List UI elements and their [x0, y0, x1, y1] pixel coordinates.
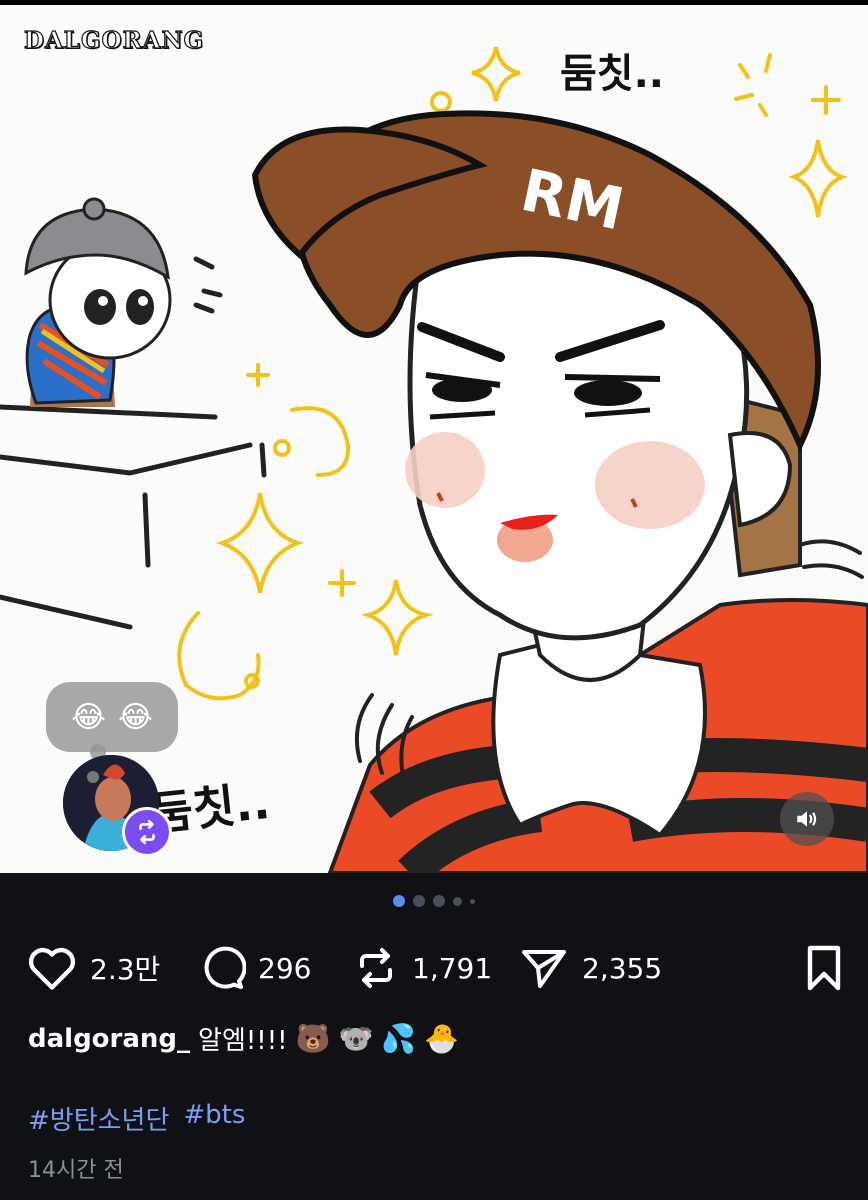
carousel-indicator [0, 895, 868, 907]
post-timestamp: 14시간 전 [28, 1158, 124, 1183]
repost-icon [139, 819, 155, 845]
sound-toggle-button[interactable] [780, 792, 834, 846]
reaction-emoji: 😂 [118, 699, 154, 735]
like-button[interactable]: 2.3만 [26, 940, 160, 996]
carousel-dot[interactable] [433, 895, 445, 907]
repost-badge [122, 807, 172, 857]
bear-emoji: 🐻 [295, 1022, 331, 1055]
comment-icon [204, 946, 246, 989]
carousel-dot[interactable] [413, 895, 425, 907]
hatching-chick-emoji: 🐣 [424, 1022, 460, 1055]
heart-icon [28, 947, 76, 990]
sfx-top-text: 둠칫.. [560, 51, 664, 97]
action-bar: 2.3만 296 1,791 2,355 [26, 940, 846, 1000]
username-link[interactable]: dalgorang_ [28, 1024, 190, 1054]
carousel-dot-active[interactable] [393, 895, 405, 907]
comment-count: 296 [258, 951, 312, 985]
repost-button[interactable]: 1,791 [352, 940, 492, 996]
carousel-dot[interactable] [453, 896, 462, 906]
carousel-dot[interactable] [470, 898, 475, 904]
post-caption: dalgorang_ 알엠!!!! 🐻 🐨 💦 🐣 [28, 1020, 459, 1057]
reaction-bubble[interactable]: 😂 😂 [46, 682, 178, 760]
sweat-droplets-emoji: 💦 [381, 1022, 417, 1055]
hashtag-link[interactable]: #방탄소년단 [28, 1100, 169, 1137]
post-media[interactable]: 둠칫.. RM 둠칫.. DALGORANG 😂 😂 [0, 5, 868, 873]
comment-button[interactable]: 296 [198, 940, 311, 996]
like-count: 2.3만 [90, 953, 161, 986]
share-count: 2,355 [582, 951, 663, 985]
hashtag-list: #방탄소년단 #bts [28, 1100, 245, 1137]
reaction-emoji: 😂 [70, 699, 106, 735]
bookmark-button[interactable] [802, 944, 846, 996]
speaker-icon [797, 811, 817, 827]
koala-emoji: 🐨 [338, 1022, 374, 1055]
send-icon [522, 950, 566, 988]
hashtag-link[interactable]: #bts [183, 1100, 245, 1137]
bookmark-icon [807, 945, 841, 991]
watermark: DALGORANG [23, 26, 205, 54]
repost-icon [360, 948, 392, 988]
caption-text: 알엠!!!! [198, 1026, 288, 1056]
share-button[interactable]: 2,355 [518, 940, 662, 996]
repost-count: 1,791 [412, 951, 493, 985]
